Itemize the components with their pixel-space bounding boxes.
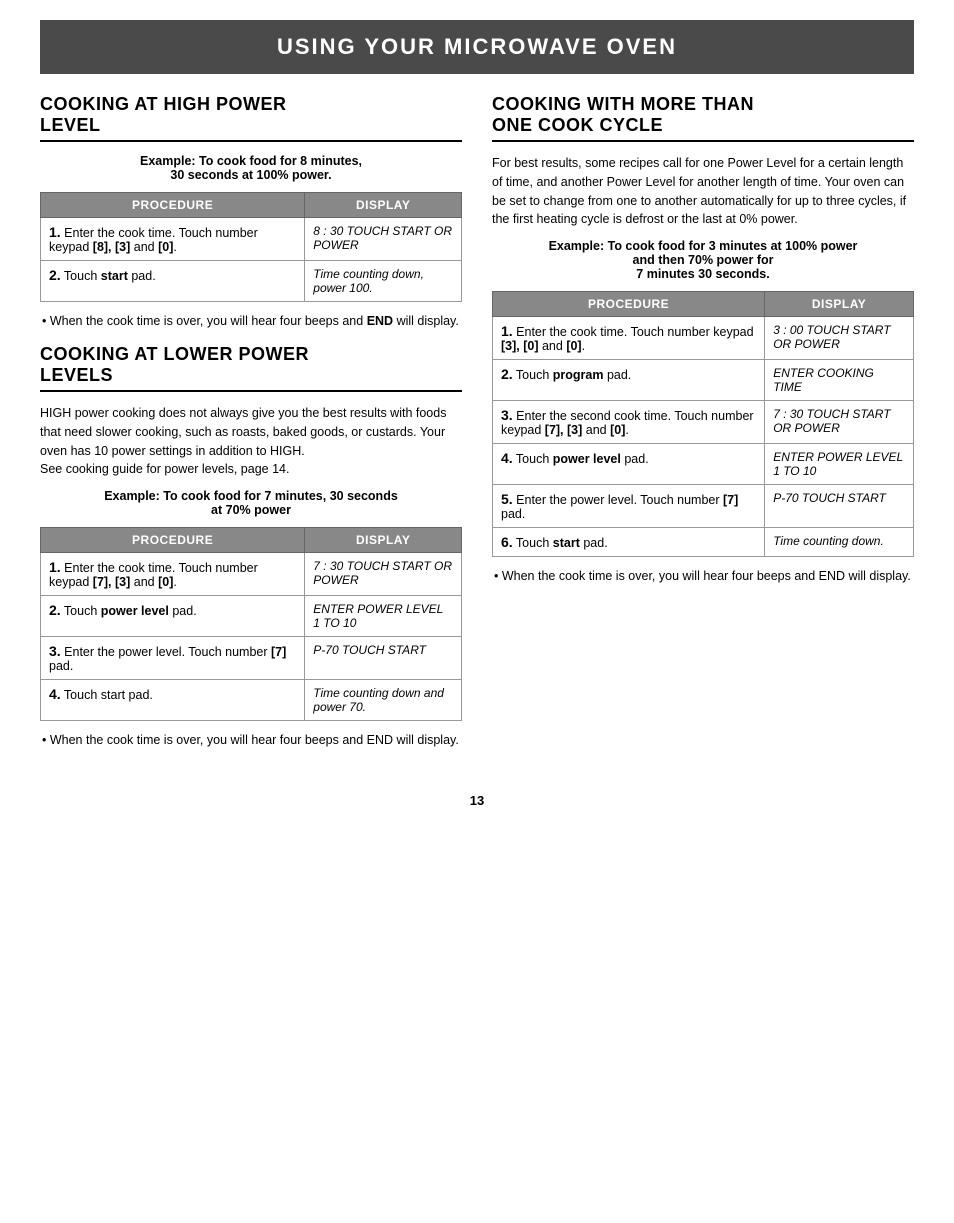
mc-step-2-display: ENTER COOKING TIME [765, 360, 914, 401]
page-title: USING YOUR MICROWAVE OVEN [40, 20, 914, 74]
section-lower-power-title: COOKING AT LOWER POWER LEVELS [40, 344, 462, 386]
section-high-power: COOKING AT HIGH POWER LEVEL Example: To … [40, 94, 462, 328]
section-multi-cycle-title: COOKING WITH MORE THAN ONE COOK CYCLE [492, 94, 914, 136]
step-2-display: Time counting down, power 100. [305, 261, 462, 302]
mc-step-6-display: Time counting down. [765, 528, 914, 557]
step-1-display: 8 : 30 TOUCH START OR POWER [305, 218, 462, 261]
table-row: 1. Enter the cook time. Touch number key… [493, 317, 914, 360]
lp-step-1-procedure: 1. Enter the cook time. Touch number key… [41, 553, 305, 596]
mc-step-1-procedure: 1. Enter the cook time. Touch number key… [493, 317, 765, 360]
table-row: 2. Touch power level pad. ENTER POWER LE… [41, 596, 462, 637]
mc-step-3-procedure: 3. Enter the second cook time. Touch num… [493, 401, 765, 444]
mc-step-3-display: 7 : 30 TOUCH START OR POWER [765, 401, 914, 444]
high-power-table: PROCEDURE DISPLAY 1. Enter the cook time… [40, 192, 462, 302]
table-row: 2. Touch program pad. ENTER COOKING TIME [493, 360, 914, 401]
table-row: 4. Touch power level pad. ENTER POWER LE… [493, 444, 914, 485]
lp-step-1-display: 7 : 30 TOUCH START OR POWER [305, 553, 462, 596]
multi-cycle-table: PROCEDURE DISPLAY 1. Enter the cook time… [492, 291, 914, 557]
mc-step-5-display: P-70 TOUCH START [765, 485, 914, 528]
multi-cycle-example-label: Example: To cook food for 3 minutes at 1… [492, 239, 914, 281]
lp-step-3-procedure: 3. Enter the power level. Touch number [… [41, 637, 305, 680]
table-row: 3. Enter the power level. Touch number [… [41, 637, 462, 680]
procedure-col-header-3: PROCEDURE [493, 292, 765, 317]
lp-step-4-procedure: 4. Touch start pad. [41, 680, 305, 721]
multi-cycle-bullet: • When the cook time is over, you will h… [492, 569, 914, 583]
step-2-procedure: 2. Touch start pad. [41, 261, 305, 302]
procedure-col-header-2: PROCEDURE [41, 528, 305, 553]
section-high-power-title: COOKING AT HIGH POWER LEVEL [40, 94, 462, 136]
mc-step-5-procedure: 5. Enter the power level. Touch number [… [493, 485, 765, 528]
table-row: 1. Enter the cook time. Touch number key… [41, 218, 462, 261]
page-number: 13 [40, 793, 914, 808]
high-power-bullet: • When the cook time is over, you will h… [40, 314, 462, 328]
table-row: 1. Enter the cook time. Touch number key… [41, 553, 462, 596]
table-row: 5. Enter the power level. Touch number [… [493, 485, 914, 528]
right-column: COOKING WITH MORE THAN ONE COOK CYCLE Fo… [492, 94, 914, 763]
left-column: COOKING AT HIGH POWER LEVEL Example: To … [40, 94, 462, 763]
lp-step-3-display: P-70 TOUCH START [305, 637, 462, 680]
table-row: 3. Enter the second cook time. Touch num… [493, 401, 914, 444]
mc-step-1-display: 3 : 00 TOUCH START OR POWER [765, 317, 914, 360]
display-col-header-3: DISPLAY [765, 292, 914, 317]
mc-step-6-procedure: 6. Touch start pad. [493, 528, 765, 557]
table-row: 6. Touch start pad. Time counting down. [493, 528, 914, 557]
lower-power-table: PROCEDURE DISPLAY 1. Enter the cook time… [40, 527, 462, 721]
mc-step-2-procedure: 2. Touch program pad. [493, 360, 765, 401]
section-multi-cycle: COOKING WITH MORE THAN ONE COOK CYCLE Fo… [492, 94, 914, 583]
high-power-example-label: Example: To cook food for 8 minutes,30 s… [40, 154, 462, 182]
lp-step-2-display: ENTER POWER LEVEL1 TO 10 [305, 596, 462, 637]
step-1-procedure: 1. Enter the cook time. Touch number key… [41, 218, 305, 261]
table-row: 2. Touch start pad. Time counting down, … [41, 261, 462, 302]
lower-power-body: HIGH power cooking does not always give … [40, 404, 462, 479]
lp-step-4-display: Time counting down and power 70. [305, 680, 462, 721]
procedure-col-header: PROCEDURE [41, 193, 305, 218]
mc-step-4-display: ENTER POWER LEVEL1 TO 10 [765, 444, 914, 485]
lower-power-bullet: • When the cook time is over, you will h… [40, 733, 462, 747]
section-lower-power: COOKING AT LOWER POWER LEVELS HIGH power… [40, 344, 462, 747]
display-col-header-2: DISPLAY [305, 528, 462, 553]
table-row: 4. Touch start pad. Time counting down a… [41, 680, 462, 721]
multi-cycle-body: For best results, some recipes call for … [492, 154, 914, 229]
mc-step-4-procedure: 4. Touch power level pad. [493, 444, 765, 485]
display-col-header: DISPLAY [305, 193, 462, 218]
lp-step-2-procedure: 2. Touch power level pad. [41, 596, 305, 637]
lower-power-example-label: Example: To cook food for 7 minutes, 30 … [40, 489, 462, 517]
